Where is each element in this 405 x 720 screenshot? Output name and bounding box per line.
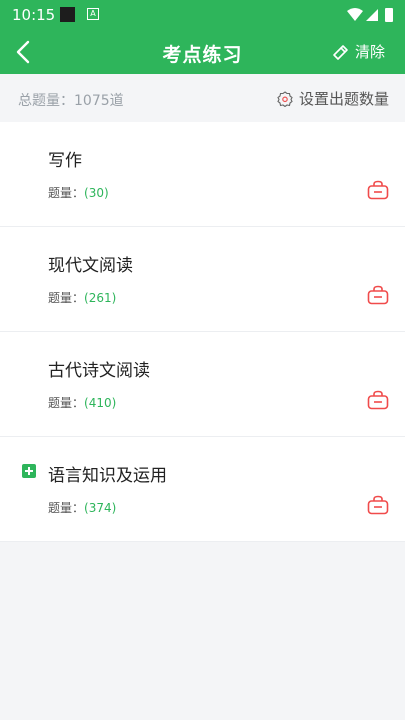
a-icon: A — [87, 8, 99, 20]
category-title: 语言知识及运用 — [48, 466, 167, 486]
status-time: 10:15 — [12, 6, 56, 24]
summary-bar: 总题量：1075道 设置出题数量 — [0, 74, 405, 122]
battery-icon — [385, 8, 393, 22]
notification-icon — [60, 7, 75, 22]
eraser-icon — [333, 44, 348, 60]
lock-icon[interactable] — [367, 390, 389, 410]
category-title: 现代文阅读 — [48, 256, 133, 276]
category-count: 题量：(30) — [48, 186, 109, 200]
category-count: 题量：(410) — [48, 396, 117, 410]
wifi-icon — [347, 8, 363, 21]
lock-icon[interactable] — [367, 495, 389, 515]
clear-label: 清除 — [354, 43, 385, 61]
total-count: 总题量：1075道 — [18, 93, 124, 109]
app-bar: 考点练习 清除 — [0, 30, 405, 74]
set-question-count-button[interactable]: 设置出题数量 — [277, 88, 389, 109]
category-item-modern-reading[interactable]: 现代文阅读 题量：(261) — [0, 227, 405, 332]
status-icons — [347, 8, 393, 22]
lock-icon[interactable] — [367, 285, 389, 305]
expand-plus-icon[interactable] — [22, 464, 36, 478]
category-item-language-knowledge[interactable]: 语言知识及运用 题量：(374) — [0, 437, 405, 542]
settings-gear-icon — [277, 90, 293, 107]
category-title: 写作 — [48, 151, 82, 171]
category-count: 题量：(374) — [48, 501, 117, 515]
category-title: 古代诗文阅读 — [48, 361, 150, 381]
category-item-classical-reading[interactable]: 古代诗文阅读 题量：(410) — [0, 332, 405, 437]
clear-button[interactable]: 清除 — [331, 41, 385, 62]
status-bar: 10:15 A — [0, 0, 405, 30]
lock-icon[interactable] — [367, 180, 389, 200]
signal-icon — [366, 9, 378, 21]
set-question-count-label: 设置出题数量 — [298, 90, 389, 108]
category-count: 题量：(261) — [48, 291, 117, 305]
category-item-writing[interactable]: 写作 题量：(30) — [0, 122, 405, 227]
